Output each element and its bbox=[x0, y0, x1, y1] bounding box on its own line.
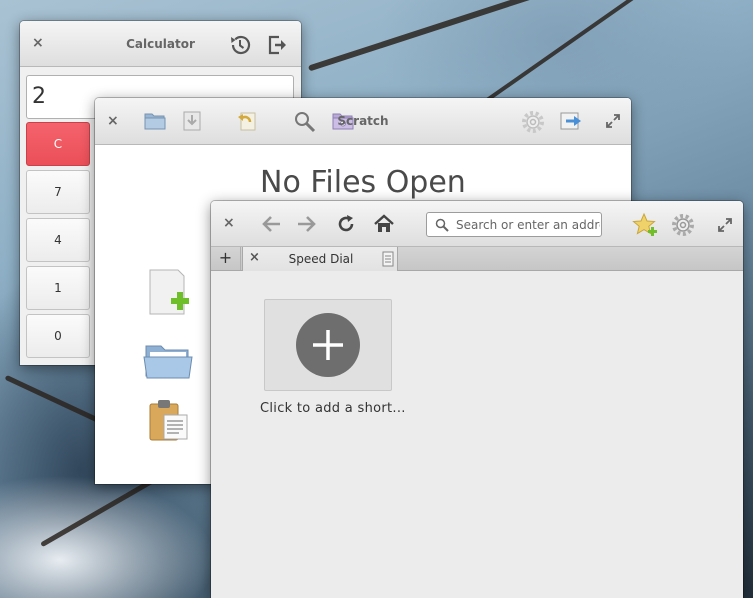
new-file-icon[interactable] bbox=[148, 268, 190, 318]
browser-toolbar: × bbox=[211, 201, 743, 247]
scratch-titlebar: × Scratch bbox=[95, 98, 631, 145]
new-tab-button[interactable]: + bbox=[211, 247, 241, 270]
close-icon[interactable]: × bbox=[223, 215, 235, 231]
back-arrow-icon[interactable] bbox=[260, 214, 282, 234]
digit-1-button[interactable]: 1 bbox=[26, 266, 90, 310]
exit-icon[interactable] bbox=[267, 34, 289, 56]
plus-icon bbox=[296, 313, 360, 377]
forward-arrow-icon[interactable] bbox=[296, 214, 318, 234]
clear-button[interactable]: C bbox=[26, 122, 90, 166]
tab-speed-dial[interactable]: × Speed Dial bbox=[242, 247, 398, 271]
browser-window: × Search or enter an address + × Speed D… bbox=[211, 201, 743, 598]
calculator-title: Calculator bbox=[126, 37, 195, 51]
calculator-titlebar: × Calculator bbox=[20, 21, 301, 67]
clipboard-icon[interactable] bbox=[147, 398, 189, 442]
reload-icon[interactable] bbox=[336, 214, 356, 234]
maximize-icon[interactable] bbox=[606, 114, 620, 128]
address-input[interactable] bbox=[456, 216, 600, 233]
share-icon[interactable] bbox=[559, 110, 583, 132]
address-bar[interactable] bbox=[426, 212, 602, 237]
page-icon bbox=[382, 251, 394, 267]
gear-icon[interactable] bbox=[671, 213, 695, 237]
home-icon[interactable] bbox=[373, 214, 395, 234]
welcome-heading: No Files Open bbox=[260, 165, 466, 200]
digit-0-button[interactable]: 0 bbox=[26, 314, 90, 358]
open-folder-icon[interactable] bbox=[143, 340, 193, 380]
tab-close-icon[interactable]: × bbox=[249, 250, 260, 265]
maximize-icon[interactable] bbox=[718, 218, 732, 232]
tab-bar: + × Speed Dial bbox=[211, 247, 743, 271]
search-icon bbox=[435, 218, 449, 232]
new-tab-icon: + bbox=[218, 248, 233, 267]
speed-dial-add-tile[interactable] bbox=[264, 299, 392, 391]
bookmark-star-icon[interactable] bbox=[632, 212, 658, 238]
tab-label: Speed Dial bbox=[288, 252, 354, 266]
gear-icon[interactable] bbox=[521, 110, 545, 134]
digit-4-button[interactable]: 4 bbox=[26, 218, 90, 262]
wallpaper-branch bbox=[307, 0, 653, 72]
history-icon[interactable] bbox=[228, 33, 252, 57]
scratch-title: Scratch bbox=[337, 114, 389, 128]
digit-7-button[interactable]: 7 bbox=[26, 170, 90, 214]
speed-dial-add-label[interactable]: Click to add a short... bbox=[260, 401, 405, 416]
